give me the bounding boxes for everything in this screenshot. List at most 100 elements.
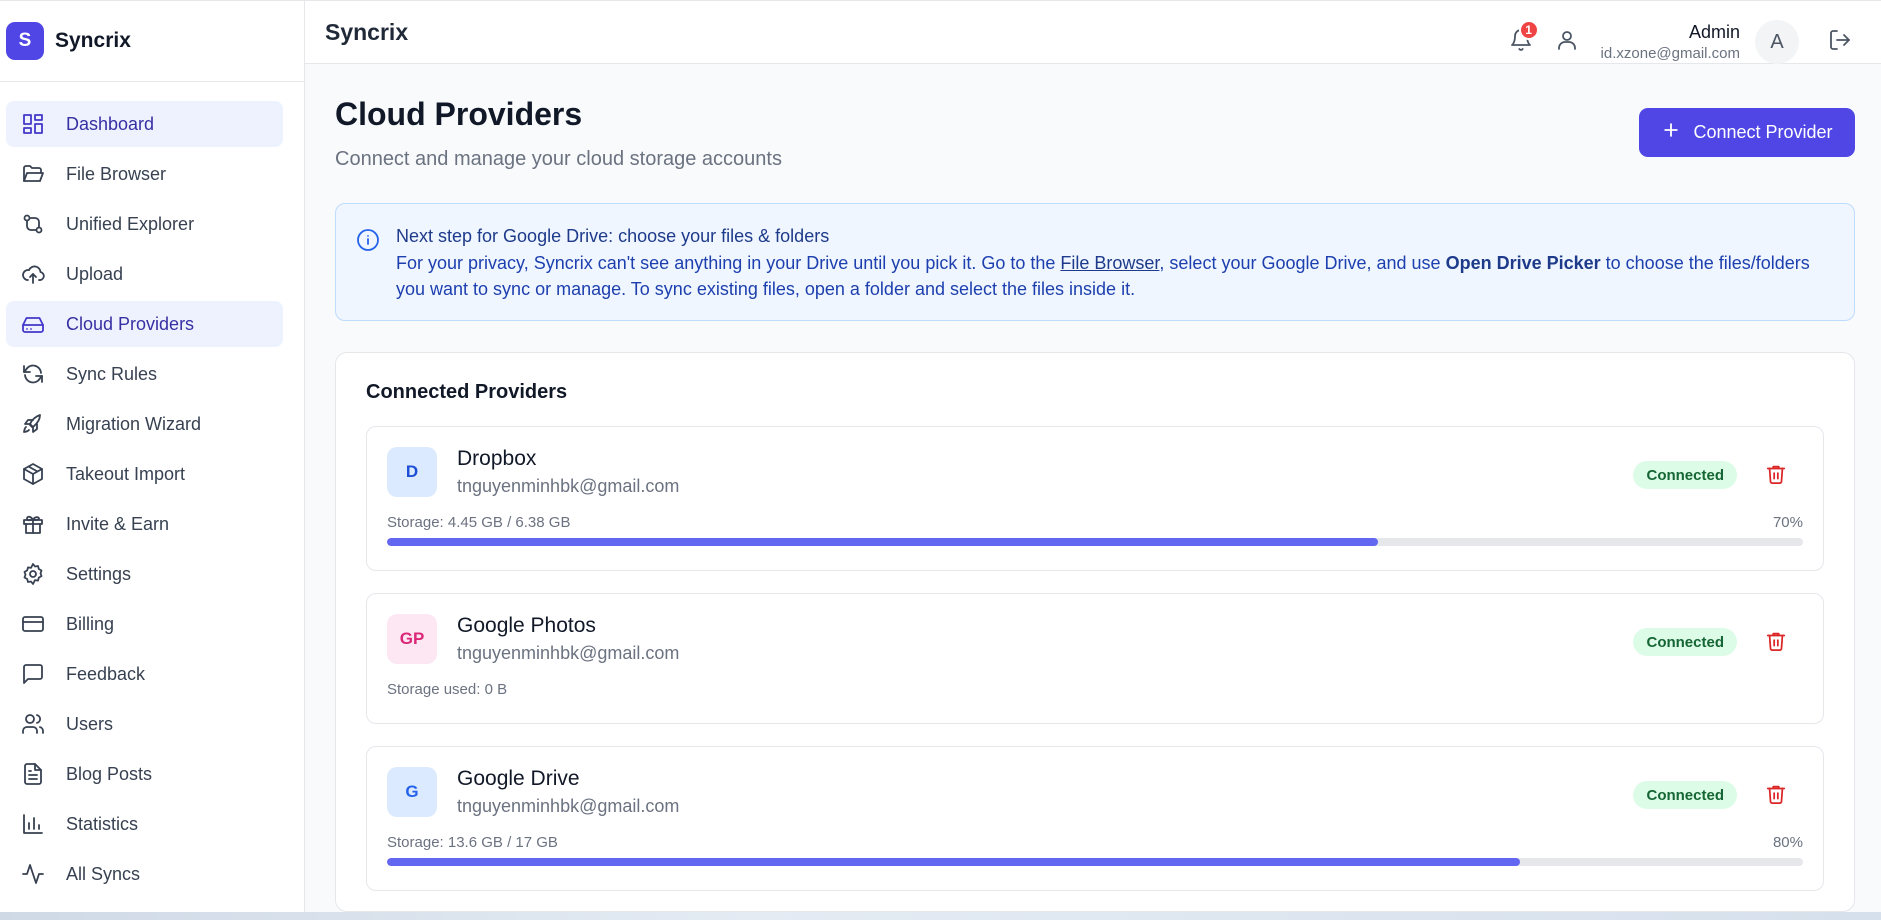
logout-button[interactable]: [1825, 27, 1855, 57]
provider-name: Google Photos: [457, 614, 596, 637]
sidebar-item-label: Cloud Providers: [66, 313, 195, 334]
sidebar-item-migration-wizard[interactable]: Migration Wizard: [6, 401, 283, 447]
message-square-icon: [20, 661, 46, 687]
dashboard-icon: [20, 111, 46, 137]
trash-icon[interactable]: [1765, 463, 1789, 487]
main-area: Syncrix 1 Admin id.xzone@gmail.com A Clo…: [305, 0, 1881, 912]
logout-icon: [1828, 28, 1852, 57]
sidebar-item-sync-rules[interactable]: Sync Rules: [6, 351, 283, 397]
top-bar: Syncrix 1 Admin id.xzone@gmail.com A: [305, 0, 1881, 64]
storage-progress-fill: [387, 858, 1520, 866]
sidebar-item-statistics[interactable]: Statistics: [6, 801, 283, 847]
page-title: Cloud Providers: [335, 96, 583, 132]
notification-badge: 1: [1518, 20, 1539, 40]
trash-icon[interactable]: [1765, 630, 1789, 654]
window-bottom-edge: [0, 912, 1881, 920]
sidebar-item-unified-explorer[interactable]: Unified Explorer: [6, 201, 283, 247]
trash-icon[interactable]: [1765, 783, 1789, 807]
provider-name: Google Drive: [457, 767, 580, 790]
file-browser-link[interactable]: File Browser: [1060, 253, 1159, 273]
sidebar-item-all-syncs[interactable]: All Syncs: [6, 851, 283, 897]
info-text-part: , select your Google Drive, and use: [1159, 253, 1446, 273]
user-info[interactable]: Admin id.xzone@gmail.com: [1601, 22, 1740, 62]
gift-icon: [20, 511, 46, 537]
sidebar-item-label: Upload: [66, 263, 124, 284]
status-badge: Connected: [1633, 781, 1737, 809]
provider-name: Dropbox: [457, 447, 537, 470]
sidebar-item-label: Migration Wizard: [66, 413, 202, 434]
activity-icon: [20, 861, 46, 887]
storage-label: Storage: 13.6 GB / 17 GB: [387, 834, 558, 851]
sidebar: S Syncrix Dashboard File Browser Unified…: [0, 0, 305, 912]
sidebar-item-users[interactable]: Users: [6, 701, 283, 747]
status-badge: Connected: [1633, 461, 1737, 489]
sidebar-item-feedback[interactable]: Feedback: [6, 651, 283, 697]
status-badge: Connected: [1633, 628, 1737, 656]
connect-provider-label: Connect Provider: [1693, 122, 1833, 142]
storage-progress-bar: [387, 538, 1803, 546]
sidebar-item-settings[interactable]: Settings: [6, 551, 283, 597]
page-content: Cloud Providers Connect and manage your …: [305, 64, 1881, 912]
provider-email: tnguyenminhbk@gmail.com: [457, 796, 680, 816]
sidebar-item-label: All Syncs: [66, 863, 141, 884]
brand-logo: S: [6, 22, 44, 60]
sidebar-item-label: Sync Rules: [66, 363, 158, 384]
sidebar-item-blog-posts[interactable]: Blog Posts: [6, 751, 283, 797]
open-drive-picker-text: Open Drive Picker: [1445, 253, 1601, 273]
sidebar-item-billing[interactable]: Billing: [6, 601, 283, 647]
page-subtitle: Connect and manage your cloud storage ac…: [335, 148, 782, 170]
provider-icon: GP: [387, 614, 437, 664]
panel-title: Connected Providers: [366, 381, 568, 403]
notifications-button[interactable]: 1: [1506, 20, 1539, 57]
cloud-upload-icon: [20, 261, 46, 287]
provider-email: tnguyenminhbk@gmail.com: [457, 643, 680, 663]
provider-card-dropbox: D Dropbox tnguyenminhbk@gmail.com Connec…: [366, 426, 1824, 571]
sidebar-item-invite-earn[interactable]: Invite & Earn: [6, 501, 283, 547]
sidebar-item-label: Blog Posts: [66, 763, 153, 784]
sidebar-item-upload[interactable]: Upload: [6, 251, 283, 297]
provider-email: tnguyenminhbk@gmail.com: [457, 476, 680, 496]
provider-icon: D: [387, 447, 437, 497]
sidebar-item-label: Settings: [66, 563, 132, 584]
storage-label: Storage: 4.45 GB / 6.38 GB: [387, 514, 571, 531]
plus-icon: [1661, 120, 1693, 145]
brand-name: Syncrix: [55, 29, 131, 52]
user-icon: [1555, 28, 1579, 57]
profile-button[interactable]: [1552, 27, 1582, 57]
info-banner: Next step for Google Drive: choose your …: [335, 203, 1855, 321]
folder-open-icon: [20, 161, 46, 187]
sidebar-item-takeout-import[interactable]: Takeout Import: [6, 451, 283, 497]
sidebar-item-label: Statistics: [66, 813, 139, 834]
storage-percent: 80%: [1772, 834, 1803, 851]
provider-card-google-drive: G Google Drive tnguyenminhbk@gmail.com C…: [366, 746, 1824, 891]
sidebar-item-file-browser[interactable]: File Browser: [6, 151, 283, 197]
users-icon: [20, 711, 46, 737]
brand[interactable]: S Syncrix: [0, 0, 304, 82]
avatar[interactable]: A: [1755, 20, 1799, 64]
sidebar-item-label: Billing: [66, 613, 115, 634]
sidebar-item-label: Takeout Import: [66, 463, 186, 484]
info-text-part: For your privacy, Syncrix can't see anyt…: [396, 253, 1061, 273]
git-compare-icon: [20, 211, 46, 237]
provider-card-google-photos: GP Google Photos tnguyenminhbk@gmail.com…: [366, 593, 1824, 724]
connected-providers-panel: Connected Providers D Dropbox tnguyenmin…: [335, 352, 1855, 912]
bar-chart-icon: [20, 811, 46, 837]
provider-icon: G: [387, 767, 437, 817]
sidebar-item-dashboard[interactable]: Dashboard: [6, 101, 283, 147]
gear-icon: [20, 561, 46, 587]
sidebar-item-label: Invite & Earn: [66, 513, 170, 534]
user-email: id.xzone@gmail.com: [1600, 45, 1740, 62]
sidebar-item-cloud-providers[interactable]: Cloud Providers: [6, 301, 283, 347]
file-text-icon: [20, 761, 46, 787]
sidebar-item-label: File Browser: [66, 163, 167, 184]
refresh-icon: [20, 361, 46, 387]
sidebar-item-label: Unified Explorer: [66, 213, 195, 234]
storage-percent: 70%: [1772, 514, 1803, 531]
hard-drive-icon: [20, 311, 46, 337]
storage-progress-fill: [387, 538, 1379, 546]
connect-provider-button[interactable]: Connect Provider: [1639, 108, 1855, 157]
sidebar-item-label: Dashboard: [66, 113, 155, 134]
sidebar-item-label: Users: [66, 713, 114, 734]
header-title: Syncrix: [325, 18, 409, 45]
rocket-icon: [20, 411, 46, 437]
